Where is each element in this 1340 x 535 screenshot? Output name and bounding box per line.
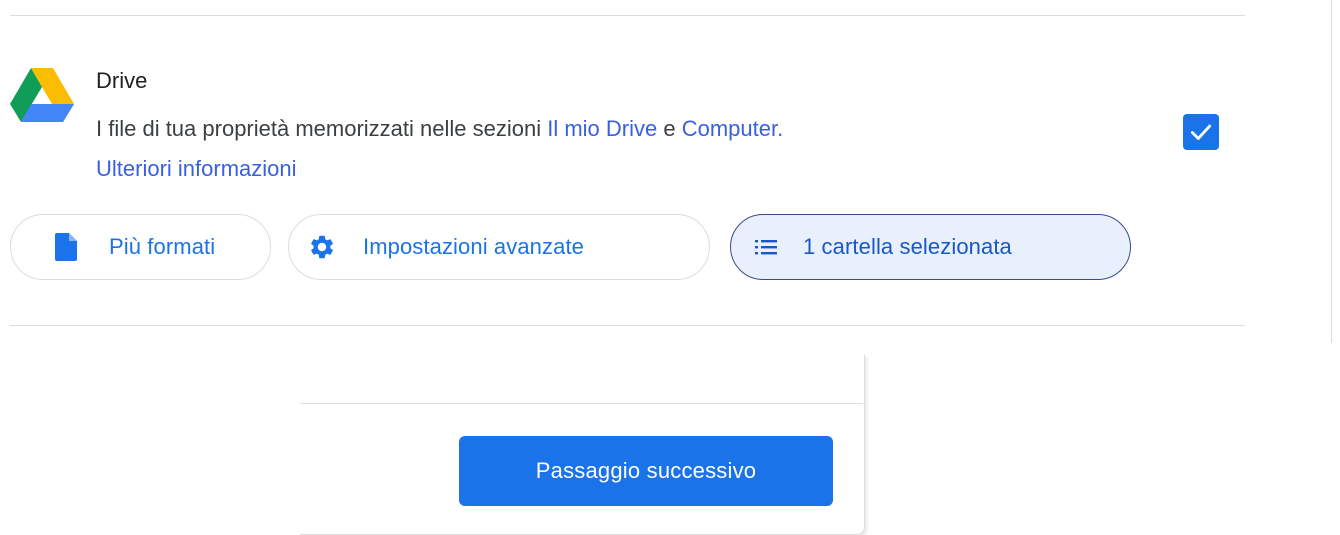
drive-description: I file di tua proprietà memorizzati nell… (96, 109, 1136, 189)
scroll-edge (1331, 0, 1332, 343)
advanced-settings-chip[interactable]: Impostazioni avanzate (288, 214, 710, 280)
footer-divider (300, 403, 863, 404)
more-info-link[interactable]: Ulteriori informazioni (96, 156, 297, 181)
checkmark-icon (1190, 124, 1212, 140)
file-icon (51, 232, 81, 262)
description-period: . (777, 116, 784, 141)
computer-link[interactable]: Computer (682, 116, 777, 141)
drive-include-checkbox[interactable] (1183, 114, 1219, 150)
selected-folders-label: 1 cartella selezionata (803, 234, 1012, 259)
gear-icon (307, 232, 337, 262)
my-drive-link[interactable]: Il mio Drive (547, 116, 657, 141)
list-icon (751, 232, 781, 262)
drive-title: Drive (96, 68, 148, 93)
section-divider-bottom (10, 325, 1245, 326)
next-step-button[interactable]: Passaggio successivo (459, 436, 833, 506)
selected-folders-chip[interactable]: 1 cartella selezionata (730, 214, 1131, 280)
advanced-settings-label: Impostazioni avanzate (363, 234, 585, 259)
section-divider-top (10, 15, 1245, 16)
description-conjunction: e (657, 116, 682, 141)
description-text: I file di tua proprietà memorizzati nell… (96, 116, 548, 141)
more-formats-label: Più formati (109, 234, 216, 259)
more-formats-chip[interactable]: Più formati (10, 214, 271, 280)
google-drive-logo-icon (10, 66, 74, 122)
